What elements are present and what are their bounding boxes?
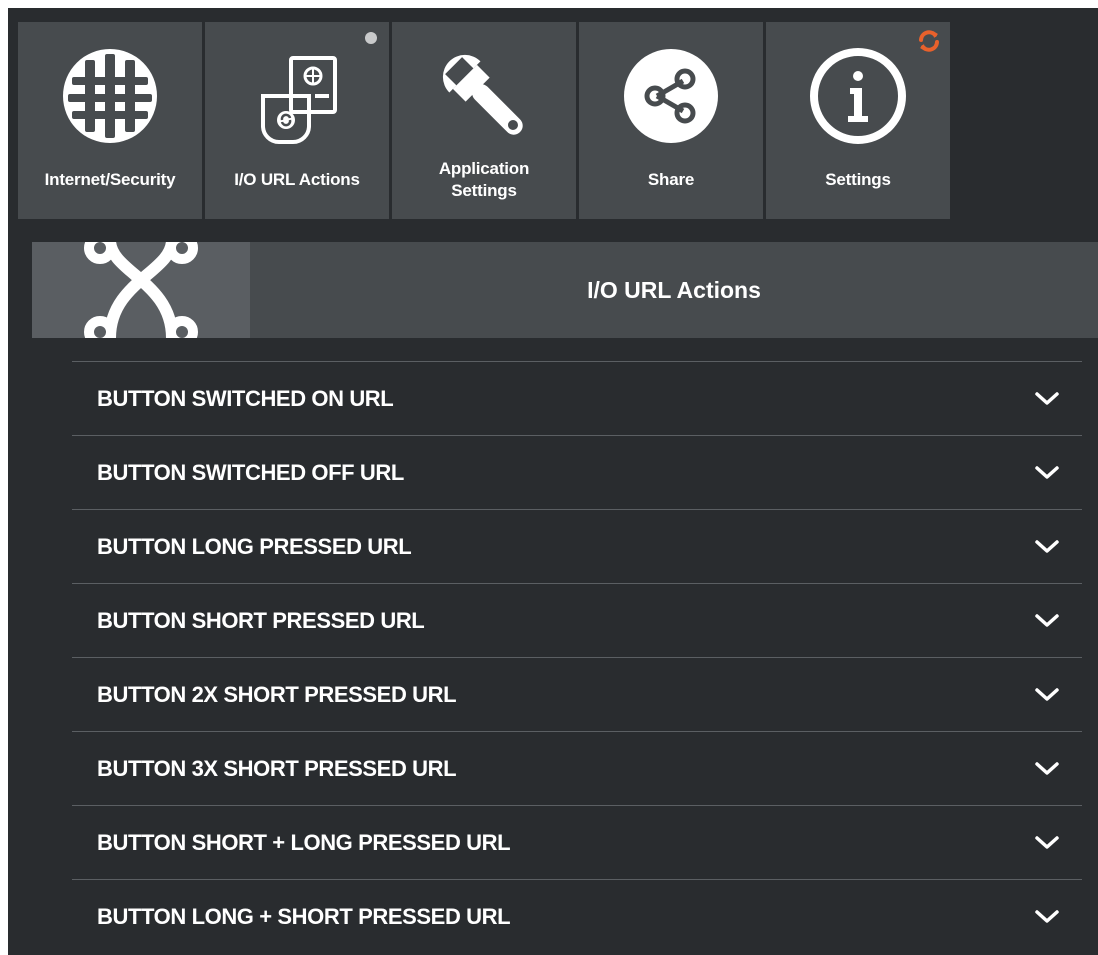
info-icon: [798, 40, 918, 152]
accordion-row-long-pressed[interactable]: BUTTON LONG PRESSED URL: [72, 509, 1082, 583]
io-url-actions-icon: [237, 40, 357, 152]
share-icon: [611, 40, 731, 152]
tile-label: Application Settings: [438, 158, 530, 200]
accordion-row-short-long-pressed[interactable]: BUTTON SHORT + LONG PRESSED URL: [72, 805, 1082, 879]
chevron-down-icon[interactable]: [1034, 835, 1060, 851]
status-dot: [365, 32, 377, 44]
row-label: BUTTON SHORT PRESSED URL: [97, 607, 425, 633]
accordion-row-long-short-pressed[interactable]: BUTTON LONG + SHORT PRESSED URL: [72, 879, 1082, 953]
accordion-row-switched-off[interactable]: BUTTON SWITCHED OFF URL: [72, 435, 1082, 509]
row-label: BUTTON 3X SHORT PRESSED URL: [97, 755, 457, 781]
accordion-row-short-pressed[interactable]: BUTTON SHORT PRESSED URL: [72, 583, 1082, 657]
row-label: BUTTON 2X SHORT PRESSED URL: [97, 681, 457, 707]
tile-label: Settings: [825, 169, 891, 189]
globe-icon: [50, 40, 170, 152]
tile-application-settings[interactable]: Application Settings: [392, 22, 576, 219]
row-label: BUTTON SHORT + LONG PRESSED URL: [97, 829, 511, 855]
chevron-down-icon[interactable]: [1034, 909, 1060, 925]
chevron-down-icon[interactable]: [1034, 687, 1060, 703]
chevron-down-icon[interactable]: [1034, 465, 1060, 481]
chevron-down-icon[interactable]: [1034, 761, 1060, 777]
chevron-down-icon[interactable]: [1034, 613, 1060, 629]
chevron-down-icon[interactable]: [1034, 391, 1060, 407]
row-label: BUTTON SWITCHED OFF URL: [97, 459, 404, 485]
accordion-row-2x-short-pressed[interactable]: BUTTON 2X SHORT PRESSED URL: [72, 657, 1082, 731]
connections-icon: [32, 242, 250, 338]
app-window: Internet/Security I/O URL Actions Applic…: [8, 8, 1098, 955]
tile-label: Share: [647, 169, 695, 189]
section-header: I/O URL Actions: [32, 242, 1098, 338]
row-label: BUTTON LONG + SHORT PRESSED URL: [97, 903, 511, 929]
tile-label: Internet/Security: [44, 169, 176, 189]
top-toolbar: Internet/Security I/O URL Actions Applic…: [18, 22, 950, 227]
tile-label: I/O URL Actions: [234, 169, 360, 189]
tile-settings[interactable]: Settings: [766, 22, 950, 219]
chevron-down-icon[interactable]: [1034, 539, 1060, 555]
tile-internet-security[interactable]: Internet/Security: [18, 22, 202, 219]
tile-share[interactable]: Share: [579, 22, 763, 219]
row-label: BUTTON LONG PRESSED URL: [97, 533, 412, 559]
url-action-list: BUTTON SWITCHED ON URL BUTTON SWITCHED O…: [72, 361, 1082, 953]
accordion-row-switched-on[interactable]: BUTTON SWITCHED ON URL: [72, 361, 1082, 435]
sync-icon: [919, 30, 939, 52]
tile-io-url-actions[interactable]: I/O URL Actions: [205, 22, 389, 219]
wrench-icon: [424, 40, 544, 152]
section-title: I/O URL Actions: [587, 276, 761, 303]
row-label: BUTTON SWITCHED ON URL: [97, 385, 394, 411]
accordion-row-3x-short-pressed[interactable]: BUTTON 3X SHORT PRESSED URL: [72, 731, 1082, 805]
